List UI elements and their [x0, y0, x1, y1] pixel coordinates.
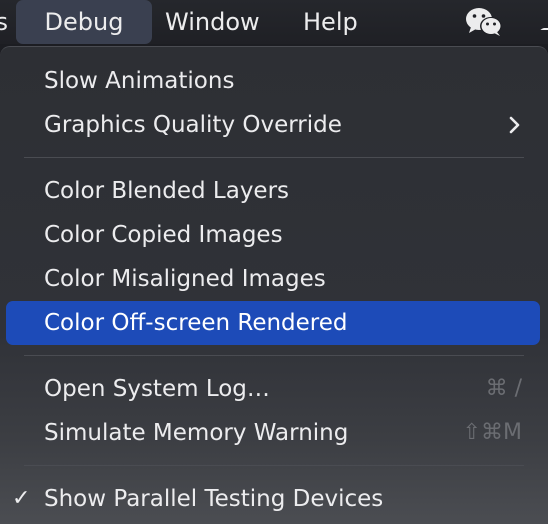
- menu-item-label: Graphics Quality Override: [44, 112, 342, 138]
- wechat-icon[interactable]: [462, 6, 506, 38]
- menu-item-color-blended-layers[interactable]: Color Blended Layers: [6, 169, 540, 213]
- menu-item-slow-animations[interactable]: Slow Animations: [6, 59, 540, 103]
- menu-bar: s Debug Window Help: [0, 0, 548, 44]
- menu-item-open-system-log[interactable]: Open System Log… ⌘ /: [6, 367, 540, 411]
- menu-item-label: Open System Log…: [44, 376, 270, 402]
- checkmark-icon: ✓: [12, 486, 31, 511]
- menu-separator: [24, 157, 524, 158]
- menu-separator: [24, 465, 524, 466]
- menu-item-label: Color Blended Layers: [44, 178, 290, 204]
- menu-bar-item-partial[interactable]: s: [0, 0, 8, 44]
- menu-item-label: Color Misaligned Images: [44, 266, 326, 292]
- menu-bar-item-help[interactable]: Help: [303, 0, 358, 44]
- menu-item-color-copied-images[interactable]: Color Copied Images: [6, 213, 540, 257]
- menu-item-label: Color Off-screen Rendered: [44, 310, 348, 336]
- keyboard-shortcut: ⇧⌘M: [462, 420, 522, 445]
- chevron-right-icon: [509, 116, 520, 134]
- menu-item-label: Simulate Memory Warning: [44, 420, 349, 446]
- menu-item-simulate-memory-warning[interactable]: Simulate Memory Warning ⇧⌘M: [6, 411, 540, 455]
- menu-item-color-misaligned-images[interactable]: Color Misaligned Images: [6, 257, 540, 301]
- debug-menu: Slow Animations Graphics Quality Overrid…: [0, 46, 548, 524]
- menu-bar-item-debug[interactable]: Debug: [16, 0, 152, 44]
- menu-bar-item-window[interactable]: Window: [165, 0, 260, 44]
- keyboard-shortcut: ⌘ /: [485, 376, 522, 401]
- menu-item-label: Color Copied Images: [44, 222, 283, 248]
- menu-bar-partial-icon: [536, 14, 548, 30]
- menu-item-graphics-quality-override[interactable]: Graphics Quality Override: [6, 103, 540, 147]
- menu-item-color-offscreen-rendered[interactable]: Color Off-screen Rendered: [6, 301, 540, 345]
- menu-separator: [24, 355, 524, 356]
- menu-item-show-parallel-testing-devices[interactable]: ✓ Show Parallel Testing Devices: [6, 477, 540, 521]
- menu-item-label: Show Parallel Testing Devices: [44, 486, 384, 512]
- menu-item-label: Slow Animations: [44, 68, 235, 94]
